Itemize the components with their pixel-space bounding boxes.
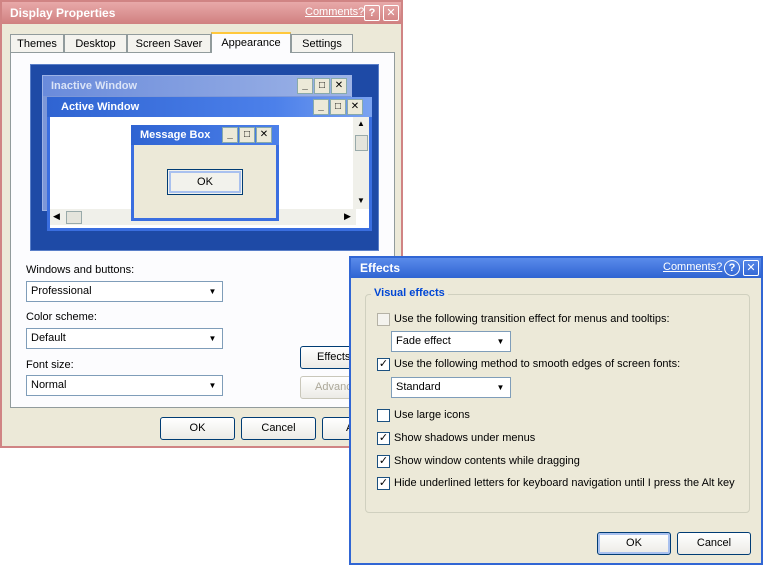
effects-window: Effects Comments? ? ✕ Visual effects Use… bbox=[349, 256, 763, 565]
windows-buttons-dropdown[interactable]: Professional ▼ bbox=[26, 281, 223, 302]
menu-shadows-checkbox[interactable]: ✓ bbox=[377, 432, 390, 445]
chevron-down-icon: ▼ bbox=[204, 330, 221, 347]
color-scheme-label: Color scheme: bbox=[26, 311, 97, 323]
font-size-dropdown[interactable]: Normal ▼ bbox=[26, 375, 223, 396]
chevron-down-icon: ▼ bbox=[204, 377, 221, 394]
chevron-down-icon: ▼ bbox=[204, 283, 221, 300]
preview-inactive-title: Inactive Window bbox=[51, 80, 138, 92]
preview-vertical-scrollbar: ▲ ▼ bbox=[353, 117, 369, 209]
smooth-fonts-checkbox[interactable]: ✓ bbox=[377, 358, 390, 371]
close-icon: ✕ bbox=[256, 127, 272, 143]
preview-horizontal-thumb bbox=[66, 211, 82, 224]
scroll-right-icon: ▶ bbox=[344, 211, 351, 221]
effects-close-button[interactable]: ✕ bbox=[743, 260, 759, 276]
scroll-left-icon: ◀ bbox=[53, 211, 60, 221]
tab-desktop[interactable]: Desktop bbox=[64, 34, 127, 52]
menu-shadows-label: Show shadows under menus bbox=[394, 432, 536, 444]
smooth-fonts-dropdown[interactable]: Standard ▼ bbox=[391, 377, 511, 398]
display-cancel-button[interactable]: Cancel bbox=[241, 417, 316, 440]
maximize-icon: □ bbox=[239, 127, 255, 143]
tab-settings[interactable]: Settings bbox=[291, 34, 353, 52]
large-icons-checkbox[interactable] bbox=[377, 409, 390, 422]
preview-inactive-title-bar: Inactive Window _ □ ✕ bbox=[43, 76, 351, 96]
tab-appearance[interactable]: Appearance bbox=[211, 32, 291, 53]
transition-effect-checkbox[interactable] bbox=[377, 313, 390, 326]
effects-cancel-button[interactable]: Cancel bbox=[677, 532, 751, 555]
preview-vertical-thumb bbox=[355, 135, 368, 151]
minimize-icon: _ bbox=[297, 78, 313, 94]
maximize-icon: □ bbox=[314, 78, 330, 94]
preview-message-box: Message Box _ □ ✕ OK bbox=[131, 125, 279, 221]
windows-buttons-label: Windows and buttons: bbox=[26, 264, 135, 276]
close-icon: ✕ bbox=[331, 78, 347, 94]
minimize-icon: _ bbox=[313, 99, 329, 115]
effects-ok-button[interactable]: OK bbox=[597, 532, 671, 555]
close-icon: ✕ bbox=[347, 99, 363, 115]
preview-active-title-bar: Active Window _ □ ✕ bbox=[47, 97, 372, 117]
color-scheme-dropdown[interactable]: Default ▼ bbox=[26, 328, 223, 349]
hide-underline-label: Hide underlined letters for keyboard nav… bbox=[394, 477, 735, 489]
transition-effect-dropdown[interactable]: Fade effect ▼ bbox=[391, 331, 511, 352]
drag-contents-label: Show window contents while dragging bbox=[394, 455, 580, 467]
effects-help-button[interactable]: ? bbox=[724, 260, 740, 276]
maximize-icon: □ bbox=[330, 99, 346, 115]
smooth-fonts-value: Standard bbox=[396, 381, 441, 393]
hide-underline-checkbox[interactable]: ✓ bbox=[377, 477, 390, 490]
scroll-up-icon: ▲ bbox=[357, 119, 365, 128]
minimize-icon: _ bbox=[222, 127, 238, 143]
effects-title: Effects bbox=[360, 261, 401, 275]
drag-contents-checkbox[interactable]: ✓ bbox=[377, 455, 390, 468]
transition-effect-value: Fade effect bbox=[396, 335, 451, 347]
color-scheme-value: Default bbox=[31, 332, 66, 344]
tab-screen-saver[interactable]: Screen Saver bbox=[127, 34, 211, 52]
font-size-value: Normal bbox=[31, 379, 67, 391]
display-ok-button[interactable]: OK bbox=[160, 417, 235, 440]
effects-title-bar[interactable]: Effects Comments? ? ✕ bbox=[351, 258, 761, 278]
appearance-preview: Inactive Window _ □ ✕ Active Window _ □ … bbox=[30, 64, 379, 251]
display-title-bar[interactable]: Display Properties Comments? ? ✕ bbox=[2, 2, 401, 24]
display-close-button[interactable]: ✕ bbox=[383, 5, 399, 21]
preview-active-title: Active Window bbox=[61, 101, 140, 113]
scroll-down-icon: ▼ bbox=[357, 196, 365, 205]
display-title: Display Properties bbox=[10, 6, 116, 20]
chevron-down-icon: ▼ bbox=[492, 333, 509, 350]
tab-themes[interactable]: Themes bbox=[10, 34, 64, 52]
windows-buttons-value: Professional bbox=[31, 285, 92, 297]
smooth-fonts-label: Use the following method to smooth edges… bbox=[394, 358, 681, 370]
visual-effects-label: Visual effects bbox=[371, 287, 448, 299]
preview-ok-button: OK bbox=[167, 169, 243, 195]
display-help-button[interactable]: ? bbox=[364, 5, 380, 21]
effects-comments-link[interactable]: Comments? bbox=[663, 261, 722, 273]
preview-message-title-bar: Message Box _ □ ✕ bbox=[131, 125, 279, 145]
display-properties-window: Display Properties Comments? ? ✕ Themes … bbox=[0, 0, 403, 448]
large-icons-label: Use large icons bbox=[394, 409, 470, 421]
font-size-label: Font size: bbox=[26, 359, 74, 371]
chevron-down-icon: ▼ bbox=[492, 379, 509, 396]
transition-effect-label: Use the following transition effect for … bbox=[394, 313, 670, 325]
display-comments-link[interactable]: Comments? bbox=[305, 6, 364, 18]
preview-message-title: Message Box bbox=[140, 129, 211, 141]
